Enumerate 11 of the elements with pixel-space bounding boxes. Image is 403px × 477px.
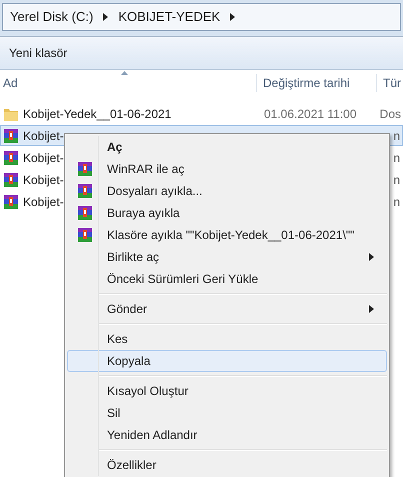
- file-type: n: [393, 194, 401, 210]
- file-type: n: [393, 128, 401, 144]
- file-type: Dos: [380, 106, 401, 122]
- file-type: n: [393, 172, 401, 188]
- file-type: n: [393, 150, 401, 166]
- file-name: Kobijet-: [23, 128, 64, 144]
- modified-date: 01.06.2021 11:00: [264, 106, 357, 120]
- file-name: Kobijet-Yedek__01-06-2021: [23, 106, 172, 122]
- file-name: Kobijet-: [23, 194, 64, 210]
- file-name: Kobijet-: [23, 172, 64, 188]
- file-name: Kobijet-: [23, 150, 64, 166]
